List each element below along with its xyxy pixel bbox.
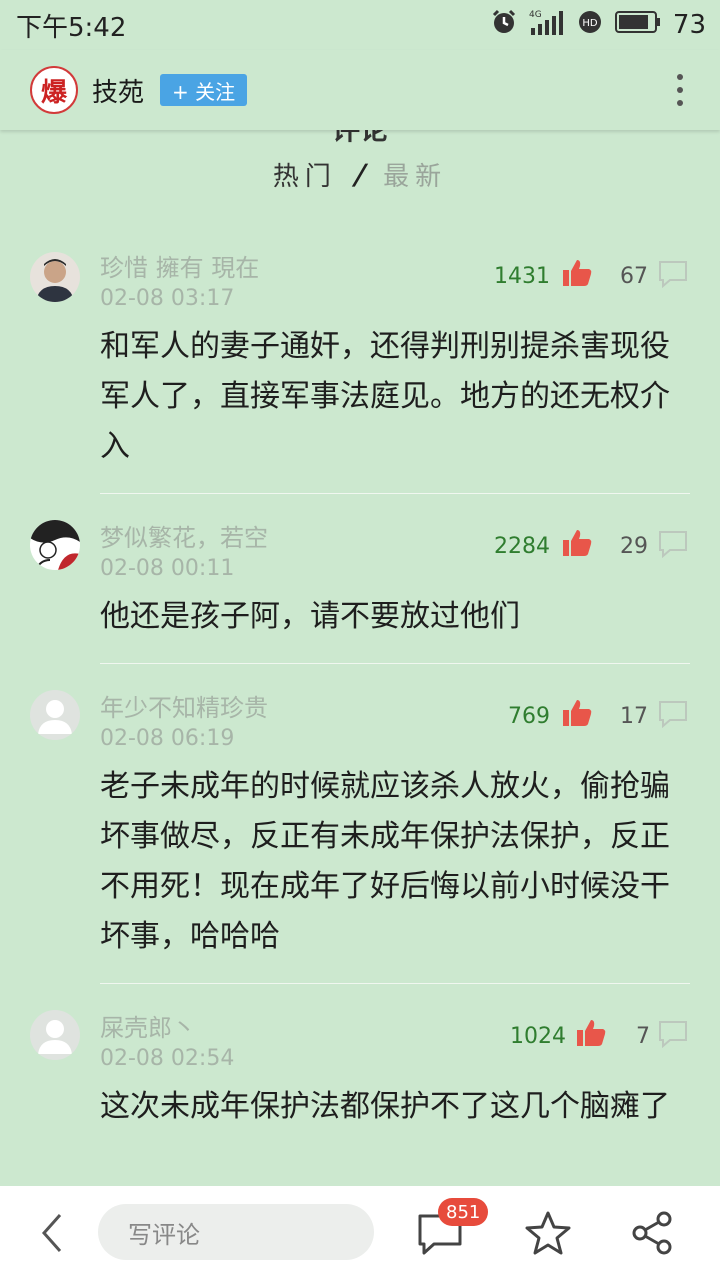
- divider: [100, 983, 690, 984]
- reply-count: 7: [636, 1024, 650, 1049]
- user-avatar[interactable]: [30, 690, 80, 740]
- comment-time: 02-08 03:17: [100, 286, 235, 311]
- like-count: 2284: [494, 534, 550, 559]
- thumbs-up-icon[interactable]: [562, 258, 592, 288]
- comment-time: 02-08 06:19: [100, 726, 235, 751]
- sort-tabs: 热门 / 最新: [0, 156, 720, 193]
- comment-count-badge: 851: [438, 1198, 489, 1226]
- comment-input[interactable]: 写评论: [98, 1204, 374, 1260]
- comment-username[interactable]: 梦似繁花，若空: [100, 518, 268, 553]
- reply-bubble-icon[interactable]: [658, 530, 688, 559]
- user-avatar[interactable]: [30, 252, 80, 302]
- battery-level: 73: [672, 10, 706, 40]
- divider: [100, 663, 690, 664]
- channel-name[interactable]: 技苑: [92, 72, 144, 109]
- comment-username[interactable]: 珍惜 擁有 現在: [100, 248, 259, 283]
- bottom-bar: 写评论: [0, 1186, 720, 1280]
- battery-icon: [614, 10, 661, 41]
- reply-count: 29: [620, 534, 648, 559]
- tab-separator: /: [350, 158, 370, 191]
- signal-icon: 4G: [529, 8, 565, 43]
- channel-avatar[interactable]: 爆: [30, 66, 78, 114]
- star-icon[interactable]: [524, 1210, 572, 1256]
- hd-label: HD: [582, 18, 598, 29]
- comment-text: 这次未成年保护法都保护不了这几个脑瘫了: [100, 1089, 670, 1124]
- user-avatar[interactable]: [30, 1010, 80, 1060]
- thumbs-up-icon[interactable]: [576, 1018, 606, 1048]
- follow-button[interactable]: + 关注: [160, 74, 248, 106]
- network-label: 4G: [529, 10, 542, 20]
- status-time: 下午5:42: [16, 12, 127, 43]
- comment-text: 他还是孩子阿，请不要放过他们: [100, 599, 520, 634]
- reply-count: 67: [620, 264, 648, 289]
- thumbs-up-icon[interactable]: [562, 528, 592, 558]
- comment-text: 和军人的妻子通奸，还得判刑别提杀害现役军人了，直接军事法庭见。地方的还无权介入: [100, 329, 670, 464]
- article-header: 爆 技苑 + 关注: [0, 50, 720, 130]
- like-count: 769: [508, 704, 550, 729]
- like-count: 1024: [510, 1024, 566, 1049]
- comment-text: 老子未成年的时候就应该杀人放火，偷抢骗坏事做尽，反正有未成年保护法保护，反正不用…: [100, 769, 670, 954]
- comment-time: 02-08 00:11: [100, 556, 235, 581]
- like-count: 1431: [494, 264, 550, 289]
- status-bar: 下午5:42 4G HD 73: [0, 0, 720, 50]
- alarm-icon: [491, 9, 517, 42]
- more-vertical-icon[interactable]: [670, 70, 690, 110]
- hd-icon: HD: [577, 9, 603, 42]
- divider: [100, 493, 690, 494]
- comment-time: 02-08 02:54: [100, 1046, 235, 1071]
- back-arrow-icon[interactable]: [38, 1212, 68, 1254]
- reply-bubble-icon[interactable]: [658, 700, 688, 729]
- tab-new[interactable]: 最新: [383, 156, 447, 193]
- reply-bubble-icon[interactable]: [658, 260, 688, 289]
- user-avatar[interactable]: [30, 520, 80, 570]
- comment-username[interactable]: 年少不知精珍贵: [100, 688, 268, 723]
- status-icons: 4G HD 73: [491, 8, 706, 43]
- thumbs-up-icon[interactable]: [562, 698, 592, 728]
- share-icon[interactable]: [630, 1210, 674, 1256]
- comment-username[interactable]: 屎壳郎丶: [100, 1008, 196, 1043]
- reply-bubble-icon[interactable]: [658, 1020, 688, 1049]
- tab-hot[interactable]: 热门: [273, 156, 337, 193]
- reply-count: 17: [620, 704, 648, 729]
